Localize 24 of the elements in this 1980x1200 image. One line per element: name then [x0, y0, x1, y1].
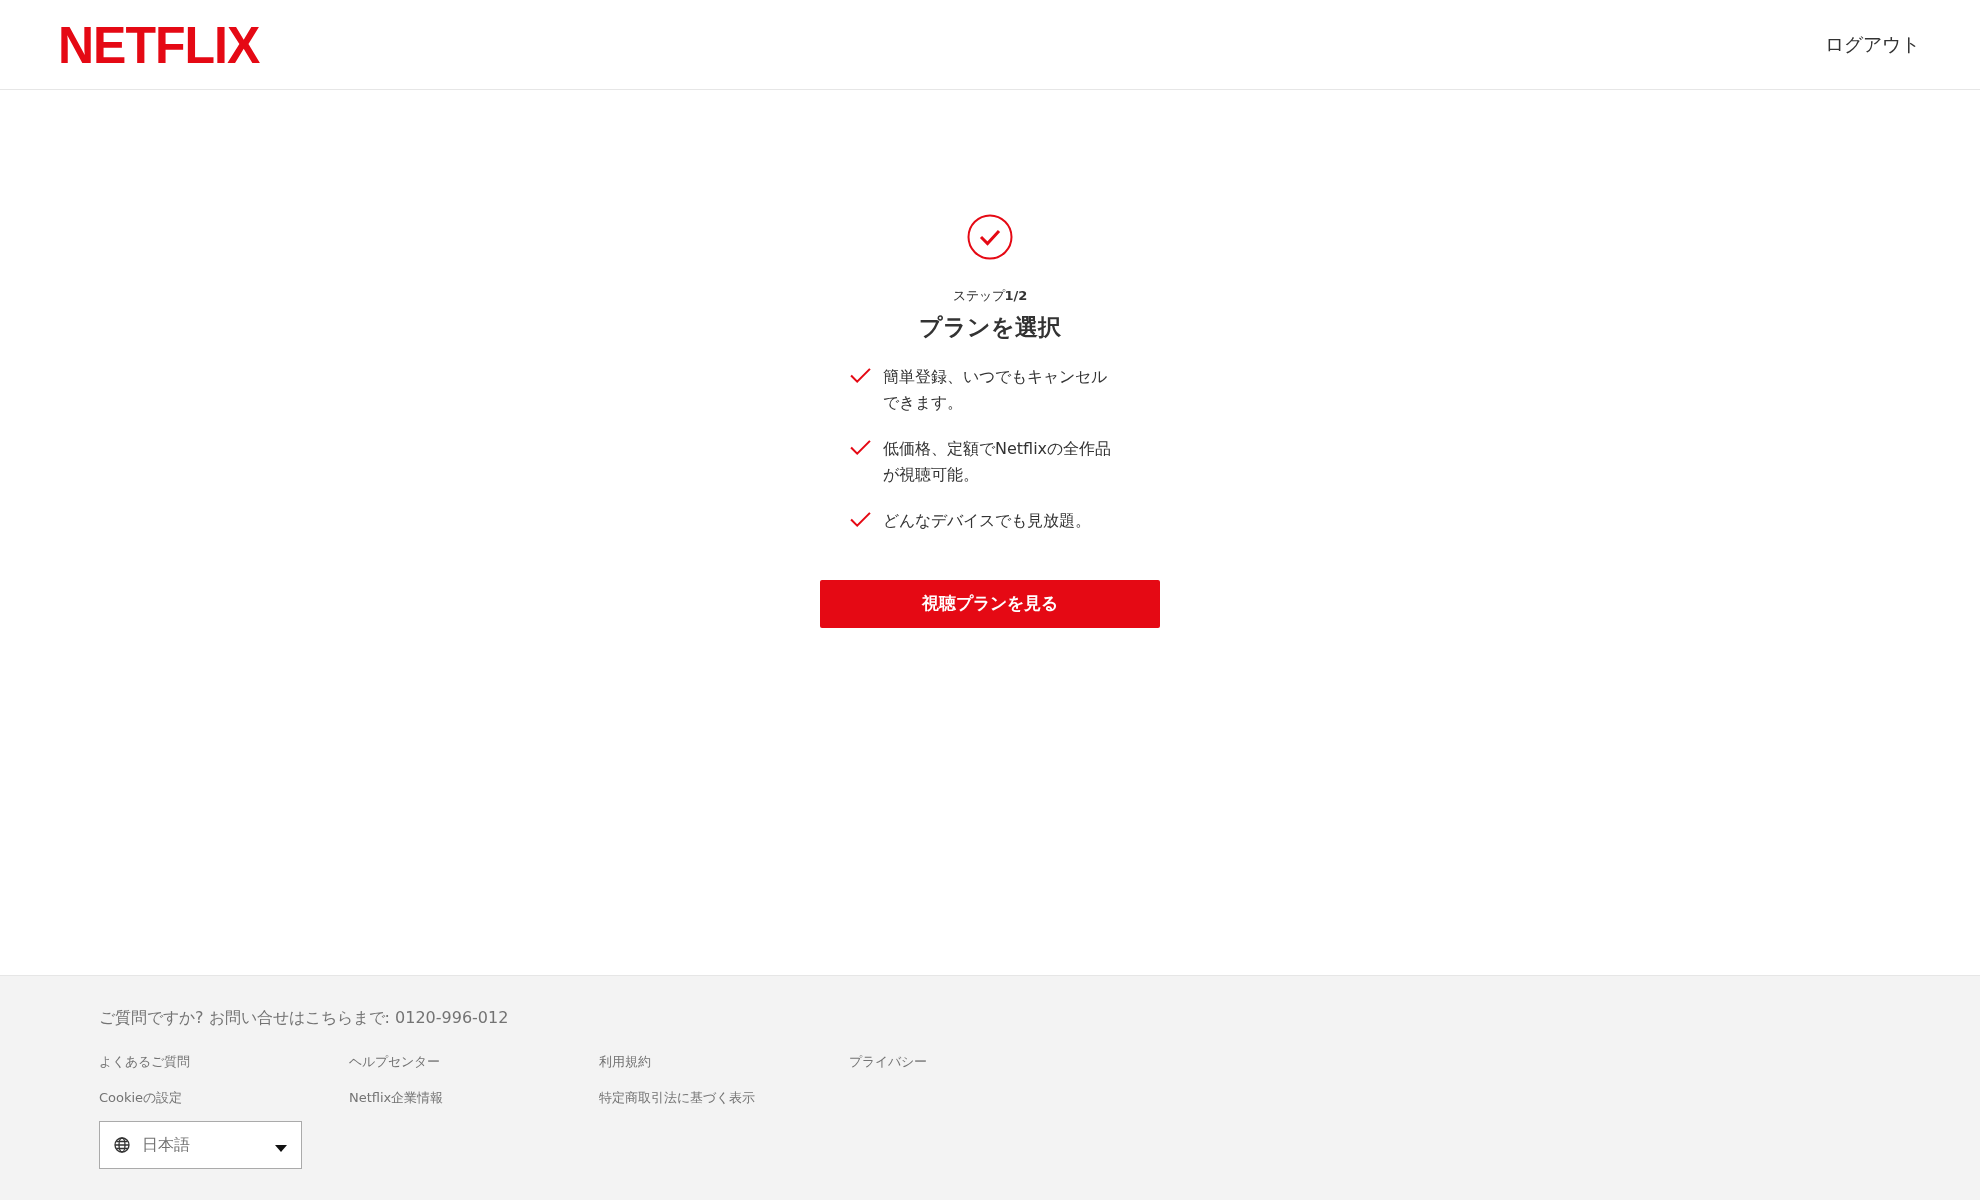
check-circle-icon	[967, 214, 1013, 260]
check-icon	[850, 439, 871, 456]
language-value: 日本語	[142, 1134, 191, 1156]
language-select[interactable]: 日本語	[99, 1121, 302, 1169]
view-plans-button[interactable]: 視聴プランを見る	[820, 580, 1160, 628]
step-indicator: ステップ1/2	[952, 287, 1028, 305]
globe-icon	[114, 1137, 130, 1153]
footer-link[interactable]: 特定商取引法に基づく表示	[599, 1087, 849, 1107]
benefit-text: 簡単登録、いつでもキャンセルできます。	[883, 366, 1108, 414]
page-title: プランを選択	[919, 312, 1061, 342]
footer-link[interactable]: Netflix企業情報	[349, 1087, 599, 1107]
benefit-text: 低価格、定額でNetflixの全作品が視聴可能。	[883, 438, 1113, 486]
footer-link[interactable]: よくあるご質問	[99, 1052, 349, 1072]
caret-icon	[275, 1144, 287, 1152]
benefit-text: どんなデバイスでも見放題。	[883, 510, 1092, 532]
footer-link[interactable]: 利用規約	[599, 1052, 849, 1072]
contact-text: ご質問ですか? お問い合せはこちらまで: 0120-996-012	[99, 1007, 510, 1029]
logout-link[interactable]: ログアウト	[1825, 30, 1920, 59]
footer-link[interactable]: ヘルプセンター	[349, 1052, 599, 1072]
footer-link[interactable]: Cookieの設定	[99, 1087, 349, 1107]
netflix-logo[interactable]: NETFLIX	[58, 18, 260, 71]
footer-link[interactable]: プライバシー	[849, 1052, 1099, 1072]
check-icon	[850, 511, 871, 528]
check-icon	[850, 367, 871, 384]
